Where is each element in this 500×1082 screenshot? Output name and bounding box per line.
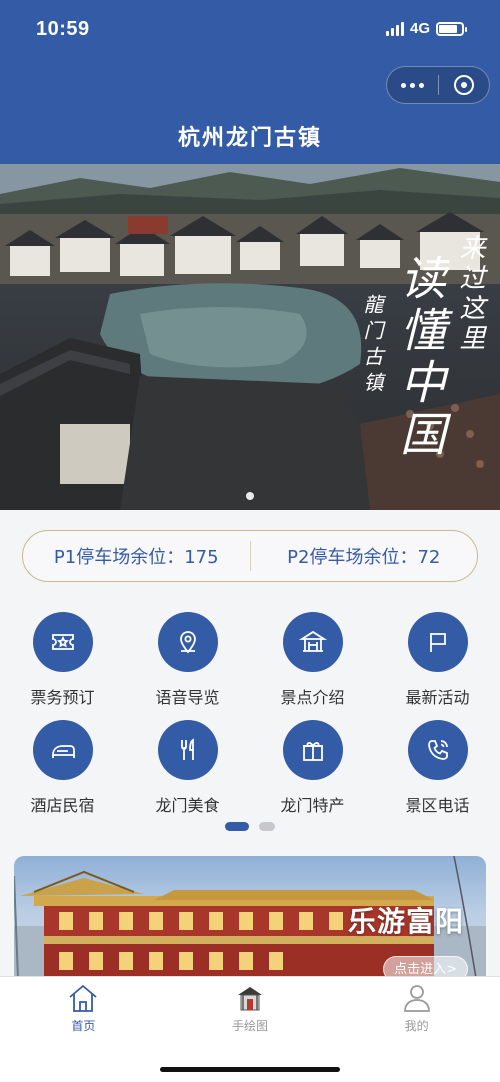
calligraphy-line-1: 来过这里	[455, 234, 485, 354]
app-header: 10:59 4G 杭州龙门古镇	[0, 0, 500, 164]
menu-label: 景区电话	[405, 796, 470, 815]
battery-icon	[436, 21, 467, 36]
user-icon	[403, 985, 430, 1012]
tab-profile[interactable]: 我的	[333, 977, 500, 1041]
promo-enter-button[interactable]: 点击进入>	[383, 956, 468, 978]
menu-label: 酒店民宿	[30, 796, 95, 815]
bed-icon	[32, 720, 93, 780]
home-icon	[69, 984, 97, 1012]
menu-pager	[0, 822, 500, 831]
bottom-tab-bar: 首页 手绘图 我的	[0, 976, 500, 1082]
status-indicators: 4G	[385, 20, 467, 37]
menu-label: 龙门特产	[280, 796, 345, 815]
pager-dot-active[interactable]	[225, 822, 249, 831]
promo-card[interactable]: 乐游富阳 点击进入>	[14, 856, 486, 978]
menu-item-food[interactable]: 龙门美食	[125, 708, 250, 816]
menu-item-specialties[interactable]: 龙门特产	[250, 708, 375, 816]
capsule-close-icon[interactable]	[439, 67, 490, 103]
menu-label: 景点介绍	[280, 688, 345, 707]
gift-icon	[282, 720, 343, 780]
phone-icon	[407, 720, 468, 780]
tab-home[interactable]: 首页	[0, 977, 167, 1041]
mini-program-capsule	[386, 66, 490, 104]
menu-label: 票务预订	[30, 688, 95, 707]
calligraphy-line-2: 读懂中国	[393, 254, 447, 462]
tab-hand-drawn-map[interactable]: 手绘图	[167, 977, 334, 1041]
menu-item-hotels[interactable]: 酒店民宿	[0, 708, 125, 816]
menu-item-hotline[interactable]: 景区电话	[375, 708, 500, 816]
banner-indicator	[0, 492, 500, 500]
p1-parking-label: P1停车场余位：175	[53, 547, 219, 568]
tab-label: 手绘图	[232, 1019, 269, 1033]
p2-parking-label: P2停车场余位：72	[287, 547, 441, 568]
parking-availability: P1停车场余位：175 P2停车场余位：72	[22, 530, 478, 582]
tab-label: 我的	[404, 1019, 429, 1033]
signal-icon	[385, 21, 404, 36]
tab-label: 首页	[71, 1019, 96, 1033]
menu-label: 最新活动	[405, 688, 470, 707]
menu-label: 龙门美食	[155, 796, 220, 815]
banner-image: 来过这里 读懂中国 龍门古镇	[0, 164, 500, 510]
fork-knife-icon	[157, 720, 218, 780]
page-title: 杭州龙门古镇	[177, 126, 322, 151]
more-dots-icon[interactable]	[387, 67, 438, 103]
status-time: 10:59	[36, 18, 90, 40]
banner-dot	[246, 492, 254, 500]
menu-label: 语音导览	[155, 688, 220, 707]
menu-item-ticket-booking[interactable]: 票务预订	[0, 600, 125, 708]
menu-item-attractions[interactable]: 景点介绍	[250, 600, 375, 708]
menu-item-audio-guide[interactable]: 语音导览	[125, 600, 250, 708]
flag-icon	[407, 612, 468, 672]
calligraphy-line-3: 龍门古镇	[360, 294, 384, 398]
pavilion-icon	[282, 612, 343, 672]
ticket-icon	[32, 612, 93, 672]
promo-title: 乐游富阳	[347, 905, 464, 938]
network-type: 4G	[409, 20, 430, 37]
home-indicator	[160, 1067, 340, 1072]
hand-drawn-map-icon	[238, 987, 262, 1011]
menu-item-latest-events[interactable]: 最新活动	[375, 600, 500, 708]
location-pin-icon	[157, 612, 218, 672]
banner-carousel[interactable]: 来过这里 读懂中国 龍门古镇	[0, 164, 500, 510]
pager-dot[interactable]	[259, 822, 275, 831]
service-menu-grid: 票务预订 语音导览 景点介绍 最新活动 酒店民宿 龙门美食 龙门特产 景区电话	[0, 600, 500, 816]
